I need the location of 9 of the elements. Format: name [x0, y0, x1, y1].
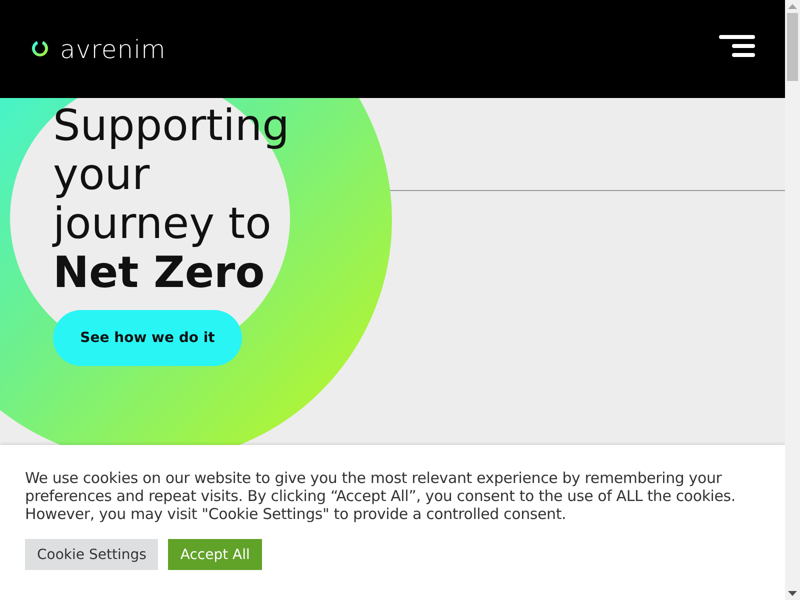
logo-text[interactable]: avrenim [60, 34, 166, 64]
settings-button[interactable]: Cookie Settings [25, 539, 158, 570]
scroll-down-icon[interactable] [788, 591, 797, 596]
scrollbar[interactable] [785, 0, 800, 600]
menu-icon[interactable] [719, 35, 755, 57]
cta-button[interactable]: See how we do it [53, 310, 242, 366]
scroll-thumb[interactable] [787, 13, 798, 81]
cookie-message: We use cookies on our website to give you the most relevant experience by remembering your preferences and repeat visits. By clicking “Accept All”, you consent to the use of ALL the cookies. However, you may visit "Cookie Settings" to provide a controlled consent. [25, 469, 736, 523]
scroll-up-icon[interactable] [788, 4, 797, 9]
